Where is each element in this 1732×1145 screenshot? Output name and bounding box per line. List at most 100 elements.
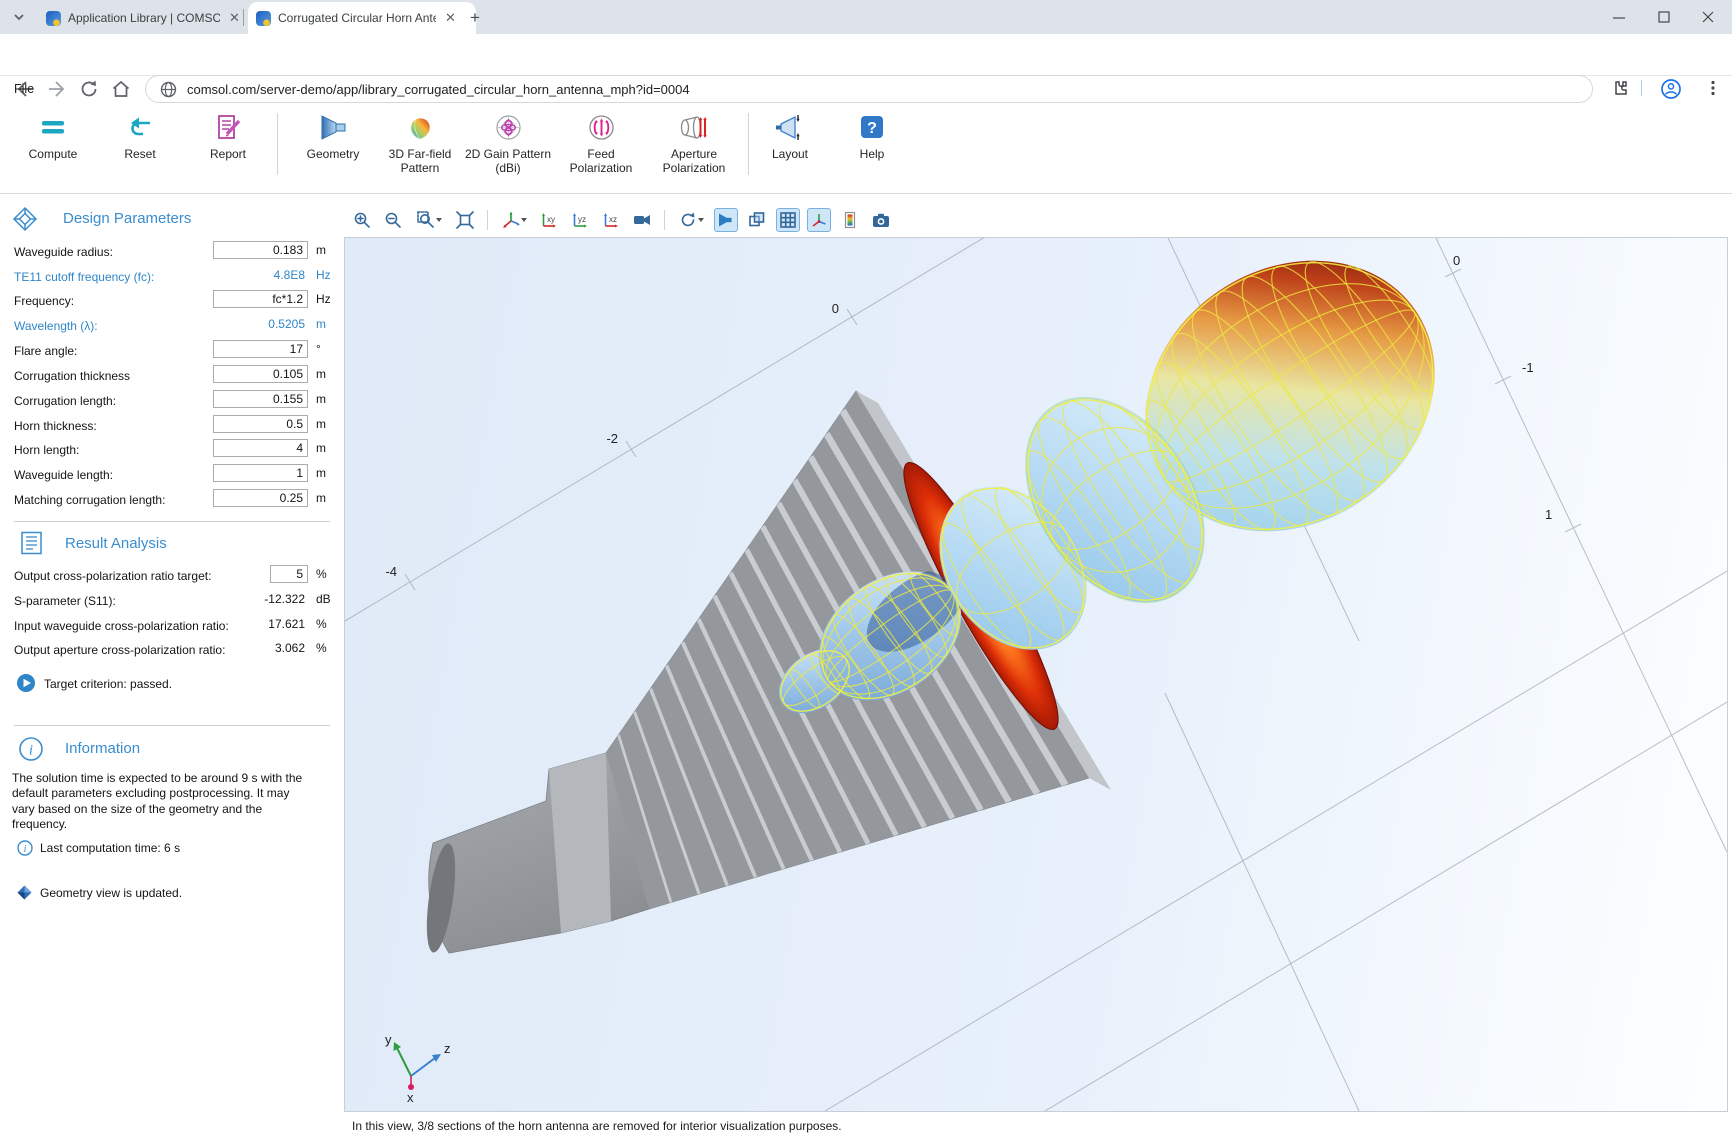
horn-thickness-input[interactable] (213, 415, 308, 433)
report-button[interactable]: Report (182, 112, 274, 161)
forward-icon[interactable] (46, 78, 68, 100)
waveguide-length-input[interactable] (213, 464, 308, 482)
new-tab-button[interactable]: + (470, 8, 480, 28)
browser-tab-inactive[interactable]: Application Library | COMSOL S ✕ (38, 4, 258, 32)
dropdown-caret-icon[interactable] (436, 218, 442, 222)
geometry-button[interactable]: Geometry (287, 112, 379, 161)
param-row: Frequency: (14, 292, 74, 310)
site-info-icon[interactable] (160, 81, 177, 98)
camera-projection-button[interactable] (630, 208, 654, 232)
horn-length-input[interactable] (213, 439, 308, 457)
geometry-icon (287, 112, 379, 142)
waveguide-radius-input[interactable] (213, 241, 308, 259)
dropdown-caret-icon[interactable] (521, 218, 527, 222)
param-row: Waveguide length: (14, 466, 113, 484)
show-axes-toggle[interactable] (807, 208, 831, 232)
layout-button[interactable]: Layout (744, 112, 836, 161)
svg-text:x: x (407, 1090, 414, 1105)
design-parameters-icon (12, 206, 38, 232)
help-button[interactable]: ? Help (826, 112, 918, 161)
layout-icon (744, 112, 836, 142)
browser-tab-active[interactable]: Corrugated Circular Horn Anten ✕ (248, 2, 476, 34)
feed-polarization-button[interactable]: Feed Polarization (555, 112, 647, 176)
matching-corrugation-length-input[interactable] (213, 489, 308, 507)
te11-cutoff-value: 4.8E8 (213, 268, 305, 282)
tab-close-icon[interactable]: ✕ (443, 10, 458, 26)
url-bar[interactable]: comsol.com/server-demo/app/library_corru… (145, 75, 1593, 103)
home-icon[interactable] (110, 78, 132, 100)
snapshot-button[interactable] (869, 208, 893, 232)
corrugation-thickness-input[interactable] (213, 365, 308, 383)
cross-polarization-target-input[interactable] (270, 565, 308, 583)
browser-menu-icon[interactable] (1704, 79, 1722, 97)
view-caption: In this view, 3/8 sections of the horn a… (352, 1119, 842, 1133)
ribbon-border (0, 193, 1732, 194)
reset-view-button[interactable] (675, 208, 707, 232)
xz-view-button[interactable]: xz (599, 208, 623, 232)
param-row: Wavelength (λ): (14, 317, 98, 335)
svg-text:-2: -2 (606, 431, 618, 446)
yz-view-button[interactable]: yz (568, 208, 592, 232)
extensions-icon[interactable] (1612, 79, 1632, 99)
far-field-3d-button[interactable]: 3D Far-field Pattern (374, 112, 466, 176)
target-criterion-icon (16, 673, 36, 693)
help-icon: ? (826, 112, 918, 142)
reset-icon (94, 112, 186, 142)
zoom-extents-button[interactable] (453, 208, 477, 232)
svg-text:y: y (385, 1032, 392, 1047)
profile-icon[interactable] (1660, 78, 1682, 100)
tab-title: Corrugated Circular Horn Anten (278, 11, 436, 25)
information-icon: i (18, 736, 44, 762)
design-parameters-title: Design Parameters (63, 210, 191, 227)
param-row: Flare angle: (14, 342, 77, 360)
flare-angle-input[interactable] (213, 340, 308, 358)
svg-text:xz: xz (609, 215, 617, 224)
xy-view-button[interactable]: xy (537, 208, 561, 232)
graphics-canvas[interactable]: 0 -2 -4 0 -1 1 y z x (344, 237, 1728, 1112)
param-row: Matching corrugation length: (14, 491, 165, 509)
tab-search-icon[interactable] (10, 8, 28, 26)
result-row: Output cross-polarization ratio target: (14, 567, 211, 585)
result-row: Input waveguide cross-polarization ratio… (14, 617, 229, 635)
corrugation-length-input[interactable] (213, 390, 308, 408)
color-legend-toggle[interactable] (838, 208, 862, 232)
reset-button[interactable]: Reset (94, 112, 186, 161)
geometry-updated-text: Geometry view is updated. (40, 886, 182, 900)
show-grid-toggle[interactable] (776, 208, 800, 232)
compute-button[interactable]: Compute (7, 112, 99, 161)
compute-icon (7, 112, 99, 142)
dropdown-caret-icon[interactable] (698, 218, 704, 222)
tab-title: Application Library | COMSOL S (68, 11, 220, 25)
graphics-toolbar: xy yz xz (350, 205, 893, 235)
report-icon (182, 112, 274, 142)
reload-icon[interactable] (78, 78, 100, 100)
ribbon-separator (277, 113, 278, 175)
coordinate-triad: y z x (385, 1032, 451, 1105)
zoom-box-button[interactable] (412, 208, 446, 232)
window-close-button[interactable] (1701, 10, 1715, 24)
file-menu[interactable]: File (14, 82, 34, 96)
toolbar-separator (664, 210, 665, 230)
svg-text:xy: xy (547, 215, 555, 224)
show-geometry-toggle[interactable] (714, 208, 738, 232)
window-minimize-button[interactable] (1612, 10, 1626, 24)
section-divider (14, 725, 330, 726)
tab-close-icon[interactable]: ✕ (227, 10, 242, 26)
comsol-favicon (46, 11, 61, 26)
comsol-favicon (256, 11, 271, 26)
s-parameter-value: -12.322 (213, 592, 305, 606)
transparency-toggle[interactable] (745, 208, 769, 232)
gain-pattern-icon (462, 112, 554, 142)
result-analysis-title: Result Analysis (65, 535, 167, 552)
svg-text:-1: -1 (1522, 360, 1534, 375)
zoom-in-button[interactable] (350, 208, 374, 232)
default-3d-view-button[interactable] (498, 208, 530, 232)
window-maximize-button[interactable] (1657, 10, 1671, 24)
param-row: Corrugation length: (14, 392, 116, 410)
zoom-out-button[interactable] (381, 208, 405, 232)
param-row: Horn thickness: (14, 417, 97, 435)
frequency-input[interactable] (213, 290, 308, 308)
information-text: The solution time is expected to be arou… (12, 771, 304, 833)
aperture-polarization-button[interactable]: Aperture Polarization (648, 112, 740, 176)
gain-pattern-2d-button[interactable]: 2D Gain Pattern (dBi) (462, 112, 554, 176)
